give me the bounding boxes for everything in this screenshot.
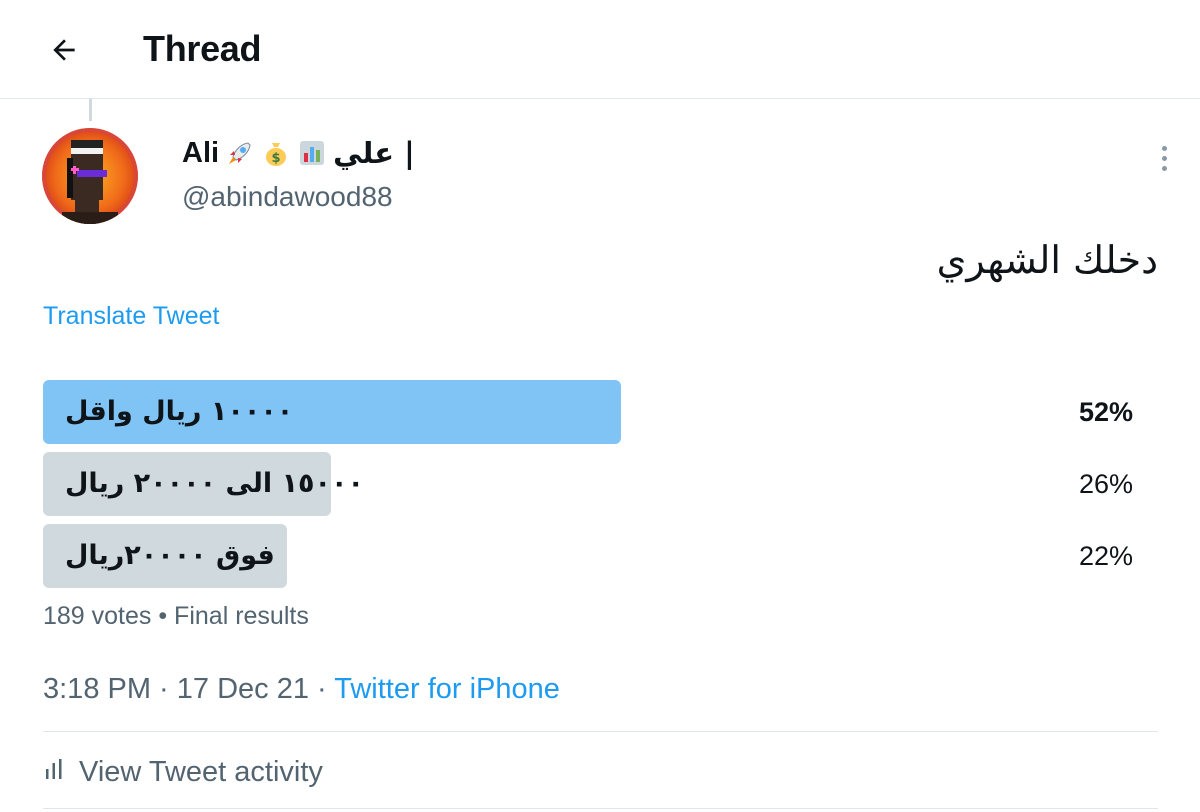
bar-chart-icon [297, 138, 327, 168]
thread-connector-line [89, 99, 92, 121]
analytics-icon [43, 756, 65, 789]
author-name[interactable]: Ali $ | علي [182, 136, 415, 170]
translate-tweet-link[interactable]: Translate Tweet [43, 302, 219, 331]
back-arrow-icon [48, 34, 80, 71]
poll-option-percent: 52% [1078, 397, 1133, 427]
svg-text:$: $ [272, 151, 281, 166]
tweet-meta: 3:18 PM · 17 Dec 21 · Twitter for iPhone [43, 673, 560, 706]
page-title: Thread [143, 28, 262, 69]
poll-option-label: ١٠٠٠٠ ريال واقل [65, 396, 294, 427]
poll-option-percent: 22% [1078, 541, 1133, 571]
poll-option-percent: 26% [1078, 469, 1133, 499]
meta-separator: · [151, 673, 177, 705]
poll-votes-summary: 189 votes • Final results [43, 602, 309, 630]
poll-option: ١٥٠٠٠ الى ٢٠٠٠٠ ريال 26% [43, 452, 1133, 516]
back-button[interactable] [40, 28, 88, 76]
tweet-source-link[interactable]: Twitter for iPhone [334, 673, 560, 705]
author-name-text: Ali [182, 136, 220, 169]
author-handle[interactable]: @abindawood88 [182, 181, 393, 213]
avatar[interactable] [42, 128, 138, 224]
meta-separator: · [308, 673, 335, 705]
view-tweet-activity-label: View Tweet activity [79, 755, 323, 788]
author-name-arabic: | علي [333, 136, 415, 170]
tweet-date[interactable]: 17 Dec 21 [177, 673, 309, 705]
rocket-icon [225, 138, 255, 168]
thread-header: Thread [0, 0, 1200, 99]
tweet-text: دخلك الشهري [936, 238, 1158, 282]
more-dot-icon [1161, 165, 1167, 171]
poll-option-label: فوق ٢٠٠٠٠ريال [65, 540, 275, 571]
more-options-button[interactable] [1150, 140, 1178, 176]
divider [43, 731, 1158, 732]
divider [43, 808, 1158, 809]
poll-option-label: ١٥٠٠٠ الى ٢٠٠٠٠ ريال [65, 468, 364, 499]
pixel-punk-avatar-image [42, 128, 138, 224]
poll-option: فوق ٢٠٠٠٠ريال 22% [43, 524, 1133, 588]
view-tweet-activity-button[interactable]: View Tweet activity [43, 752, 323, 792]
tweet-time[interactable]: 3:18 PM [43, 673, 151, 705]
money-bag-icon: $ [261, 138, 291, 168]
more-dot-icon [1161, 145, 1167, 151]
more-dot-icon [1161, 155, 1167, 161]
poll-option: ١٠٠٠٠ ريال واقل 52% [43, 380, 1133, 444]
